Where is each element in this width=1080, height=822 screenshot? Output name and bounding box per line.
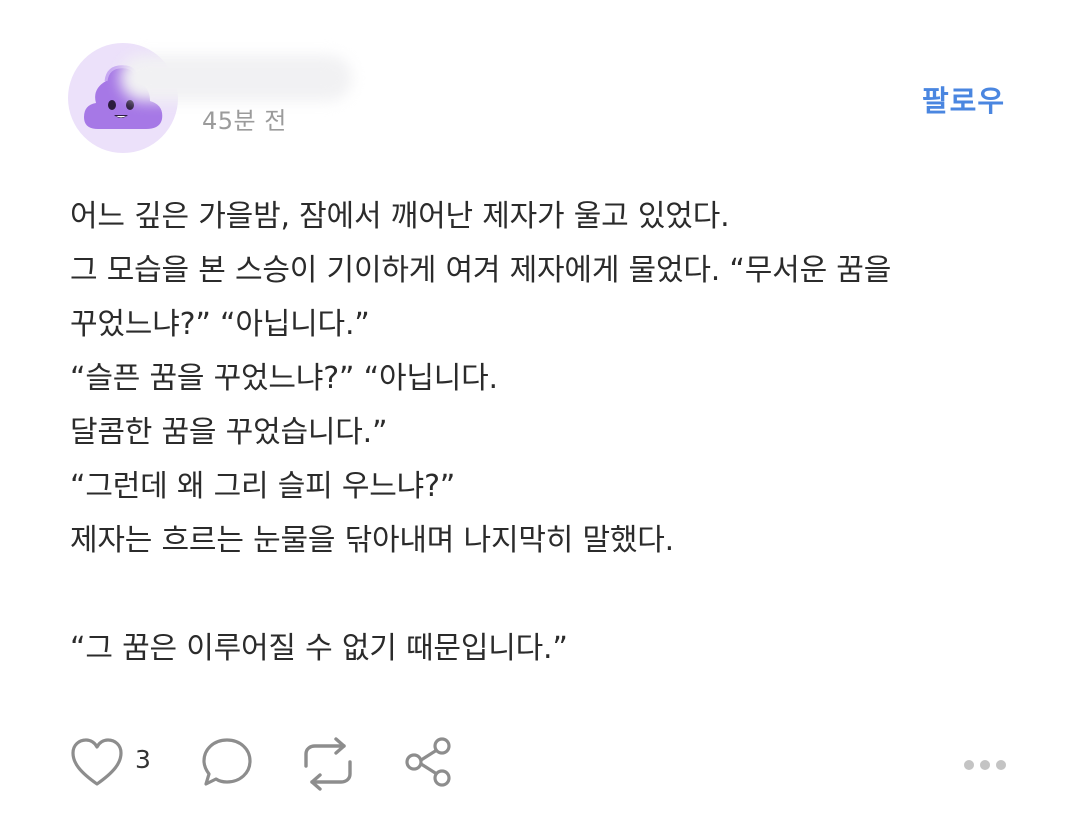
repost-icon	[304, 737, 352, 791]
like-button[interactable]	[70, 737, 124, 789]
more-icon	[964, 760, 1006, 770]
post-text-blank-line	[70, 568, 1030, 622]
post-text-line: “슬픈 꿈을 꾸었느냐?” “아닙니다.	[70, 361, 498, 396]
action-bar: 3	[0, 730, 1080, 800]
heart-icon	[71, 738, 123, 786]
post-card: 45분 전 팔로우 어느 깊은 가을밤, 잠에서 깨어난 제자가 울고 있었다.…	[0, 0, 1080, 822]
post-text: 어느 깊은 가을밤, 잠에서 깨어난 제자가 울고 있었다. 그 모습을 본 스…	[70, 190, 1030, 676]
post-text-line: 어느 깊은 가을밤, 잠에서 깨어난 제자가 울고 있었다.	[70, 199, 730, 234]
post-text-line: “그런데 왜 그리 슬피 우느냐?”	[70, 469, 456, 504]
post-timestamp: 45분 전	[202, 107, 287, 135]
post-text-line: 제자는 흐르는 눈물을 닦아내며 나지막히 말했다.	[70, 523, 675, 558]
repost-button[interactable]	[298, 736, 358, 792]
follow-button[interactable]: 팔로우	[922, 78, 1005, 120]
post-text-line: 달콤한 꿈을 꾸었습니다.”	[70, 415, 388, 450]
username-redacted	[120, 55, 352, 101]
share-button[interactable]	[402, 734, 458, 790]
comment-icon	[202, 738, 252, 786]
post-text-line: 꾸었느냐?” “아닙니다.”	[70, 307, 370, 342]
share-icon	[405, 737, 451, 787]
post-text-line: 그 모습을 본 스승이 기이하게 여겨 제자에게 물었다. “무서운 꿈을	[70, 253, 892, 288]
like-count: 3	[135, 745, 151, 774]
comment-button[interactable]	[200, 736, 254, 790]
post-text-line: “그 꿈은 이루어질 수 없기 때문입니다.”	[70, 631, 568, 666]
more-options-button[interactable]	[962, 758, 1008, 772]
